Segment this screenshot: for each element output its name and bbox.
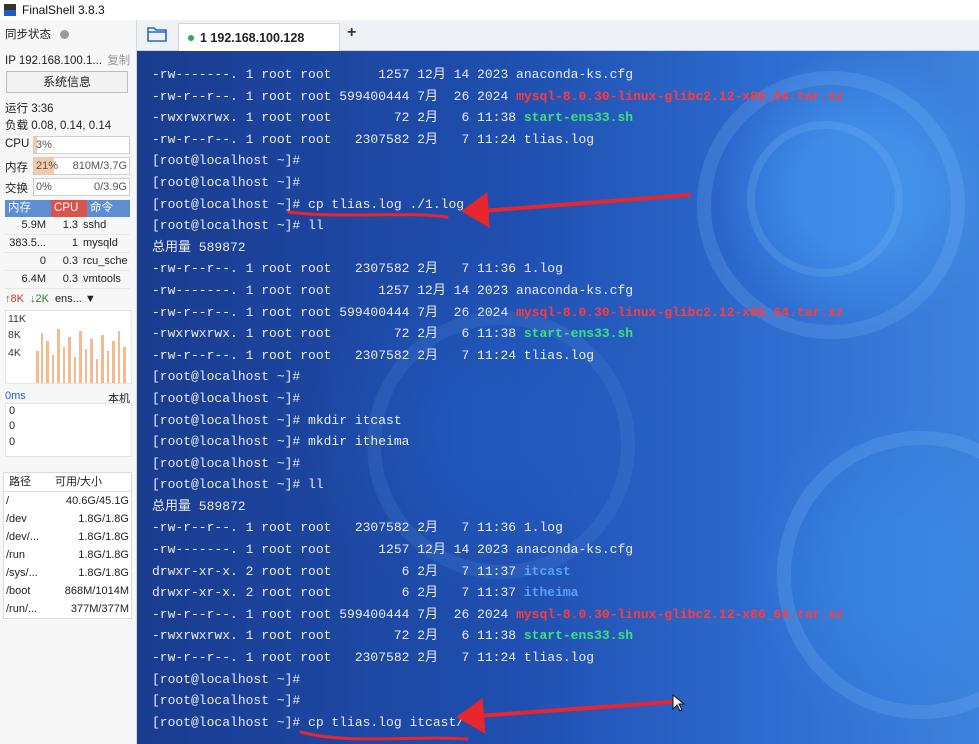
underline-annotation xyxy=(287,210,449,219)
process-sort-cpu[interactable]: CPU xyxy=(51,200,87,217)
latency-row: 0 xyxy=(9,405,16,417)
process-cpu: 1.3 xyxy=(62,219,78,231)
disk-row[interactable]: /run 1.8G/1.8G xyxy=(4,546,131,564)
latency-row: 0 xyxy=(9,436,16,448)
copy-ip-button[interactable]: 复制 xyxy=(107,55,130,67)
process-row[interactable]: 6.4M 0.3 vmtools xyxy=(5,271,130,289)
process-row[interactable]: 383.5... 1 mysqld xyxy=(5,235,130,253)
latency-value: 0ms xyxy=(5,390,26,402)
process-command: mysqld xyxy=(83,237,118,249)
process-table: 内存 CPU 命令 5.9M 1.3 sshd 383.5... 1 mysql… xyxy=(5,200,130,289)
add-tab-button[interactable]: + xyxy=(347,24,356,42)
disk-row[interactable]: / 40.6G/45.1G xyxy=(4,492,131,510)
process-cpu: 1 xyxy=(71,237,78,249)
disk-row[interactable]: /dev 1.8G/1.8G xyxy=(4,510,131,528)
process-mem: 5.9M xyxy=(21,219,46,231)
ip-address: IP 192.168.100.1... xyxy=(5,55,102,67)
tab-label: 1 192.168.100.128 xyxy=(200,30,305,45)
cpu-label: CPU xyxy=(5,138,30,150)
network-chart: 11K 8K 4K xyxy=(5,310,132,384)
process-sort-command[interactable]: 命令 xyxy=(87,200,130,217)
swap-label: 交换 xyxy=(5,183,28,195)
upload-value: 8K xyxy=(10,293,24,305)
process-mem: 0 xyxy=(39,255,46,267)
annotation-layer xyxy=(287,192,691,741)
download-rate: ↓2K xyxy=(29,293,49,305)
process-command: rcu_sche xyxy=(83,255,128,267)
process-command: vmtools xyxy=(83,273,121,285)
process-cpu: 0.3 xyxy=(62,255,78,267)
network-bars xyxy=(36,329,126,383)
process-sort-mem[interactable]: 内存 xyxy=(5,200,51,217)
app-logo-icon xyxy=(4,4,16,16)
latency-row: 0 xyxy=(9,420,16,432)
chevron-down-icon: ▼ xyxy=(84,293,96,305)
disk-header-size: 可用/大小 xyxy=(55,476,103,488)
disk-size: 1.8G/1.8G xyxy=(78,567,129,579)
upload-rate: ↑8K xyxy=(5,293,24,305)
arrow-annotation xyxy=(456,698,486,734)
disk-row[interactable]: /run/... 377M/377M xyxy=(4,600,131,618)
arrow-annotation xyxy=(461,192,490,228)
disk-size: 377M/377M xyxy=(70,603,129,615)
cpu-meter: 3% xyxy=(33,136,130,154)
mem-detail: 810M/3.7G xyxy=(72,160,127,172)
process-row[interactable]: 0 0.3 rcu_sche xyxy=(5,253,130,271)
tab-session[interactable]: 1 192.168.100.128 xyxy=(178,23,340,51)
disk-size: 1.8G/1.8G xyxy=(78,513,129,525)
disk-size: 1.8G/1.8G xyxy=(78,549,129,561)
disk-row[interactable]: /sys/... 1.8G/1.8G xyxy=(4,564,131,582)
sync-status-dot-icon xyxy=(60,30,70,40)
latency-chart: 0 0 0 xyxy=(5,403,132,457)
process-command: sshd xyxy=(83,219,107,231)
disk-row[interactable]: /dev/... 1.8G/1.8G xyxy=(4,528,131,546)
disk-path: /dev/... xyxy=(6,531,40,543)
process-cpu: 0.3 xyxy=(62,273,78,285)
swap-meter: 0% 0/3.9G xyxy=(33,178,130,196)
mouse-cursor-icon xyxy=(672,693,686,712)
system-info-button[interactable]: 系统信息 xyxy=(6,71,128,93)
load-average: 负载 0.08, 0.14, 0.14 xyxy=(5,120,112,132)
mem-label: 内存 xyxy=(5,162,28,174)
sync-status: 同步状态 xyxy=(5,26,70,42)
download-value: 2K xyxy=(35,293,49,305)
disk-path: / xyxy=(6,495,10,507)
tab-bar: 1 192.168.100.128 + xyxy=(137,20,979,51)
mem-value: 21% xyxy=(36,160,59,172)
connected-status-icon xyxy=(188,34,194,41)
disk-header-path: 路径 xyxy=(9,476,31,488)
disk-path: /run/... xyxy=(6,603,38,615)
arrow-annotation xyxy=(475,700,674,718)
latency-header: 0ms 本机 xyxy=(5,390,130,405)
disk-table: 路径 可用/大小 / 40.6G/45.1G /dev 1.8G/1.8G /dev… xyxy=(3,472,132,619)
terminal[interactable]: -rw-------. 1 root root 1257 12月 14 2023… xyxy=(137,51,979,744)
disk-path: /run xyxy=(6,549,25,561)
process-mem: 383.5... xyxy=(9,237,46,249)
app-title: FinalShell 3.8.3 xyxy=(22,3,105,17)
title-bar: FinalShell 3.8.3 xyxy=(0,0,979,20)
arrow-annotation xyxy=(480,193,691,213)
mem-meter: 21% 810M/3.7G xyxy=(33,157,130,175)
disk-size: 40.6G/45.1G xyxy=(66,495,129,507)
disk-size: 868M/1014M xyxy=(64,585,129,597)
network-interface-label: ens... xyxy=(54,293,82,305)
disk-path: /sys/... xyxy=(6,567,38,579)
process-row[interactable]: 5.9M 1.3 sshd xyxy=(5,217,130,235)
folder-icon[interactable] xyxy=(147,26,167,42)
sync-status-label: 同步状态 xyxy=(5,29,51,41)
swap-detail: 0/3.9G xyxy=(93,181,127,193)
sidebar: 同步状态 IP 192.168.100.1... 复制 系统信息 运行 3:36… xyxy=(0,20,137,744)
network-interface-select[interactable]: ens... ▼ xyxy=(55,293,96,305)
disk-path: /boot xyxy=(6,585,31,597)
disk-row[interactable]: /boot 868M/1014M xyxy=(4,582,131,600)
swap-value: 0% xyxy=(36,181,52,193)
uptime: 运行 3:36 xyxy=(5,103,54,115)
disk-size: 1.8G/1.8G xyxy=(78,531,129,543)
process-mem: 6.4M xyxy=(21,273,46,285)
disk-path: /dev xyxy=(6,513,27,525)
underline-annotation xyxy=(299,730,469,741)
network-header: ↑8K ↓2K ens... ▼ xyxy=(5,293,130,305)
ip-row: IP 192.168.100.1... 复制 xyxy=(5,52,130,68)
cpu-value: 3% xyxy=(36,139,52,151)
